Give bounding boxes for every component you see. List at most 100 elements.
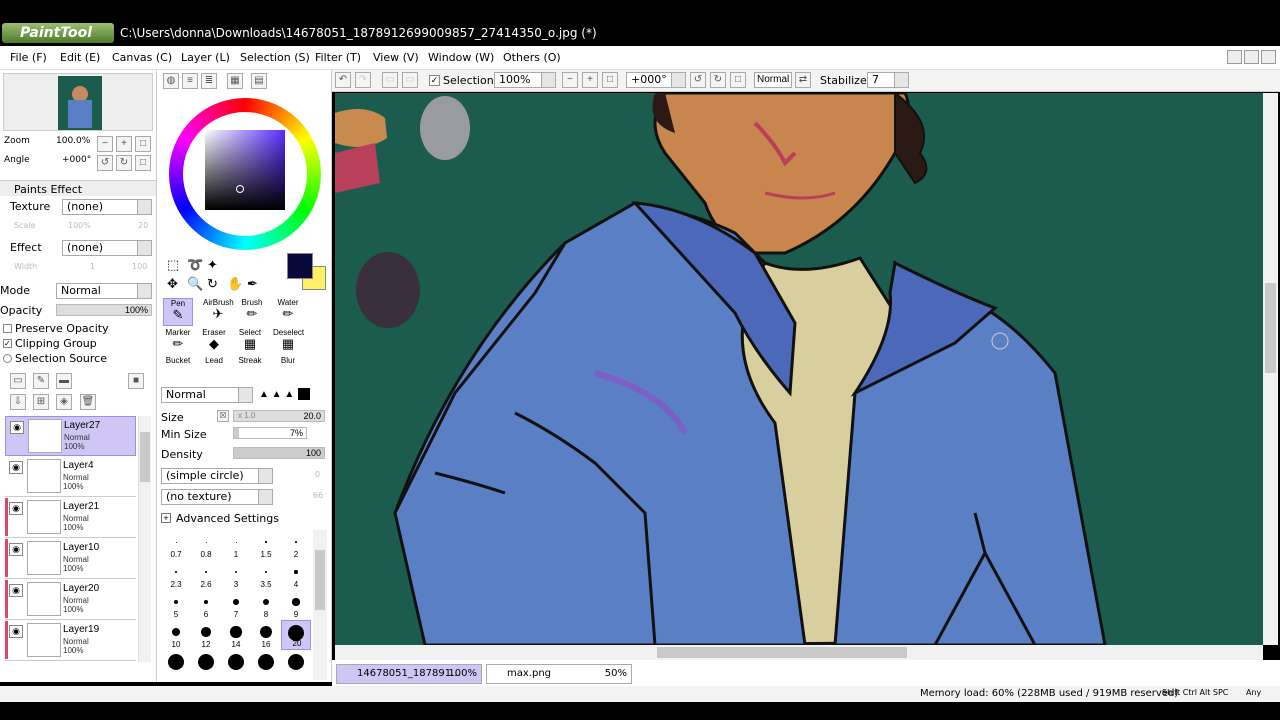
merge-down-icon[interactable]: ⊞ — [33, 394, 49, 410]
rgb-slider-tab-icon[interactable]: ≡ — [182, 73, 198, 89]
brush-size-preset[interactable]: 2.3 — [161, 560, 191, 590]
layer-item[interactable]: ◉ Layer4 Normal 100% — [5, 457, 136, 497]
brush-size-preset[interactable]: 0.7 — [161, 530, 191, 560]
hsv-slider-tab-icon[interactable]: ≣ — [201, 73, 217, 89]
clipping-group-checkbox[interactable]: ✓ — [3, 339, 12, 348]
tool-airbrush[interactable]: AirBrush ✈ — [203, 298, 234, 326]
visibility-eye-icon[interactable]: ◉ — [9, 502, 23, 515]
navigator[interactable] — [3, 73, 153, 131]
size-slider[interactable]: x 1.0 20.0 — [233, 410, 325, 422]
layer-item[interactable]: ◉ Layer10 Normal 100% — [5, 539, 136, 579]
rotate-left-button[interactable]: ↺ — [97, 155, 113, 171]
saturation-value-square[interactable] — [205, 130, 285, 210]
layer-mask-icon[interactable]: ■ — [128, 373, 144, 389]
brush-size-preset[interactable]: 6 — [191, 590, 221, 620]
brush-size-preset[interactable]: 4 — [281, 560, 311, 590]
brush-size-preset[interactable]: 50 — [281, 650, 311, 680]
hand-icon[interactable]: ✋ — [227, 276, 243, 292]
layer-list-scrollbar[interactable] — [138, 416, 151, 662]
tool-streak[interactable]: Streak — [235, 356, 265, 376]
layer-item[interactable]: ◉ Layer20 Normal 100% — [5, 580, 136, 620]
menu-canvas[interactable]: Canvas (C) — [112, 51, 172, 64]
minimize-button[interactable] — [1227, 50, 1242, 64]
brush-size-preset[interactable]: 0.8 — [191, 530, 221, 560]
menu-layer[interactable]: Layer (L) — [181, 51, 230, 64]
flip-mode[interactable]: Normal — [754, 72, 792, 88]
canvas-vertical-scrollbar[interactable] — [1263, 93, 1278, 645]
tool-marker[interactable]: Marker ✏ — [163, 328, 193, 356]
magic-wand-icon[interactable]: ✦ — [207, 257, 218, 273]
toolbar-rotate-reset-icon[interactable]: □ — [730, 72, 746, 88]
brush-shape-presets[interactable]: ▲ ▲ ▲ — [259, 388, 325, 402]
effect-select[interactable]: (none) — [62, 240, 152, 256]
brush-size-preset[interactable]: 20 — [281, 620, 311, 650]
visibility-eye-icon[interactable]: ◉ — [9, 543, 23, 556]
toolbar-zoom-reset-icon[interactable]: □ — [602, 72, 618, 88]
menu-file[interactable]: File (F) — [10, 51, 47, 64]
menu-edit[interactable]: Edit (E) — [60, 51, 100, 64]
brush-size-preset[interactable]: 30 — [191, 650, 221, 680]
new-folder-icon[interactable]: ▬ — [56, 373, 72, 389]
toolbar-rotate-left-icon[interactable]: ↺ — [690, 72, 706, 88]
tool-lead[interactable]: Lead — [199, 356, 229, 376]
menu-window[interactable]: Window (W) — [428, 51, 494, 64]
visibility-eye-icon[interactable]: ◉ — [10, 421, 24, 434]
brush-size-preset[interactable]: 8 — [251, 590, 281, 620]
menu-view[interactable]: View (V) — [373, 51, 419, 64]
visibility-eye-icon[interactable]: ◉ — [9, 584, 23, 597]
brush-texture-select[interactable]: (no texture) — [161, 489, 273, 505]
angle-select[interactable]: +000° — [626, 72, 686, 88]
rotate-reset-button[interactable]: □ — [135, 155, 151, 171]
layer-item[interactable]: ◉ Layer19 Normal 100% — [5, 621, 136, 661]
redo-icon[interactable]: ↷ — [355, 72, 371, 88]
rect-select-icon[interactable]: ⬚ — [167, 257, 179, 273]
brush-size-preset[interactable]: 16 — [251, 620, 281, 650]
canvas-horizontal-scrollbar[interactable] — [335, 645, 1263, 660]
tool-blur[interactable]: Blur — [273, 356, 303, 376]
visibility-eye-icon[interactable]: ◉ — [9, 625, 23, 638]
move-icon[interactable]: ✥ — [167, 276, 178, 292]
stabilizer-select[interactable]: 7 — [867, 72, 909, 88]
zoom-reset-button[interactable]: □ — [135, 136, 151, 152]
toolbar-rotate-right-icon[interactable]: ↻ — [710, 72, 726, 88]
color-wheel-tab-icon[interactable]: ◍ — [163, 73, 179, 89]
selection-checkbox[interactable]: ✓ — [429, 75, 440, 86]
eyedropper-icon[interactable]: ✒ — [247, 276, 258, 292]
menu-selection[interactable]: Selection (S) — [240, 51, 310, 64]
transfer-down-icon[interactable]: ⇩ — [10, 394, 26, 410]
restore-button[interactable] — [1244, 50, 1259, 64]
brush-size-preset[interactable]: 3 — [221, 560, 251, 590]
tool-brush[interactable]: Brush ✏ — [237, 298, 267, 326]
brush-size-scrollbar[interactable] — [313, 530, 327, 680]
tool-eraser[interactable]: Eraser ◆ — [199, 328, 229, 356]
rotate-icon[interactable]: ↻ — [207, 276, 218, 292]
brush-size-preset[interactable]: 14 — [221, 620, 251, 650]
texture-select[interactable]: (none) — [62, 199, 152, 215]
brush-size-preset[interactable]: 12 — [191, 620, 221, 650]
layer-item[interactable]: ◉ Layer21 Normal 100% — [5, 498, 136, 538]
brush-size-preset[interactable]: 35 — [221, 650, 251, 680]
menu-filter[interactable]: Filter (T) — [315, 51, 361, 64]
tool-pen[interactable]: Pen ✎ — [163, 298, 193, 326]
flip-icon[interactable]: ⇄ — [795, 72, 811, 88]
document-tab[interactable]: max.png 50% — [486, 664, 632, 684]
min-size-slider[interactable]: 7% — [233, 427, 307, 439]
deselect-icon[interactable]: ▭ — [382, 72, 398, 88]
opacity-slider[interactable]: 100% — [56, 304, 152, 316]
size-multiplier-icon[interactable]: ☒ — [217, 410, 229, 422]
zoom-icon[interactable]: 🔍 — [187, 276, 203, 292]
brush-size-preset[interactable]: 7 — [221, 590, 251, 620]
brush-size-preset[interactable]: 25 — [161, 650, 191, 680]
drawing-canvas[interactable] — [335, 93, 1263, 645]
brush-size-preset[interactable]: 5 — [161, 590, 191, 620]
brush-size-preset[interactable]: 3.5 — [251, 560, 281, 590]
zoom-in-button[interactable]: + — [116, 136, 132, 152]
document-tab-active[interactable]: 14678051_187891... 100% — [336, 664, 482, 684]
brush-size-preset[interactable]: 2 — [281, 530, 311, 560]
tool-select[interactable]: Select ▦ — [235, 328, 265, 356]
lasso-icon[interactable]: ➰ — [187, 257, 203, 273]
new-linework-layer-icon[interactable]: ✎ — [33, 373, 49, 389]
selection-source-checkbox[interactable] — [3, 354, 12, 363]
swatches-tab-icon[interactable]: ▦ — [227, 73, 243, 89]
new-layer-icon[interactable]: ▭ — [10, 373, 26, 389]
